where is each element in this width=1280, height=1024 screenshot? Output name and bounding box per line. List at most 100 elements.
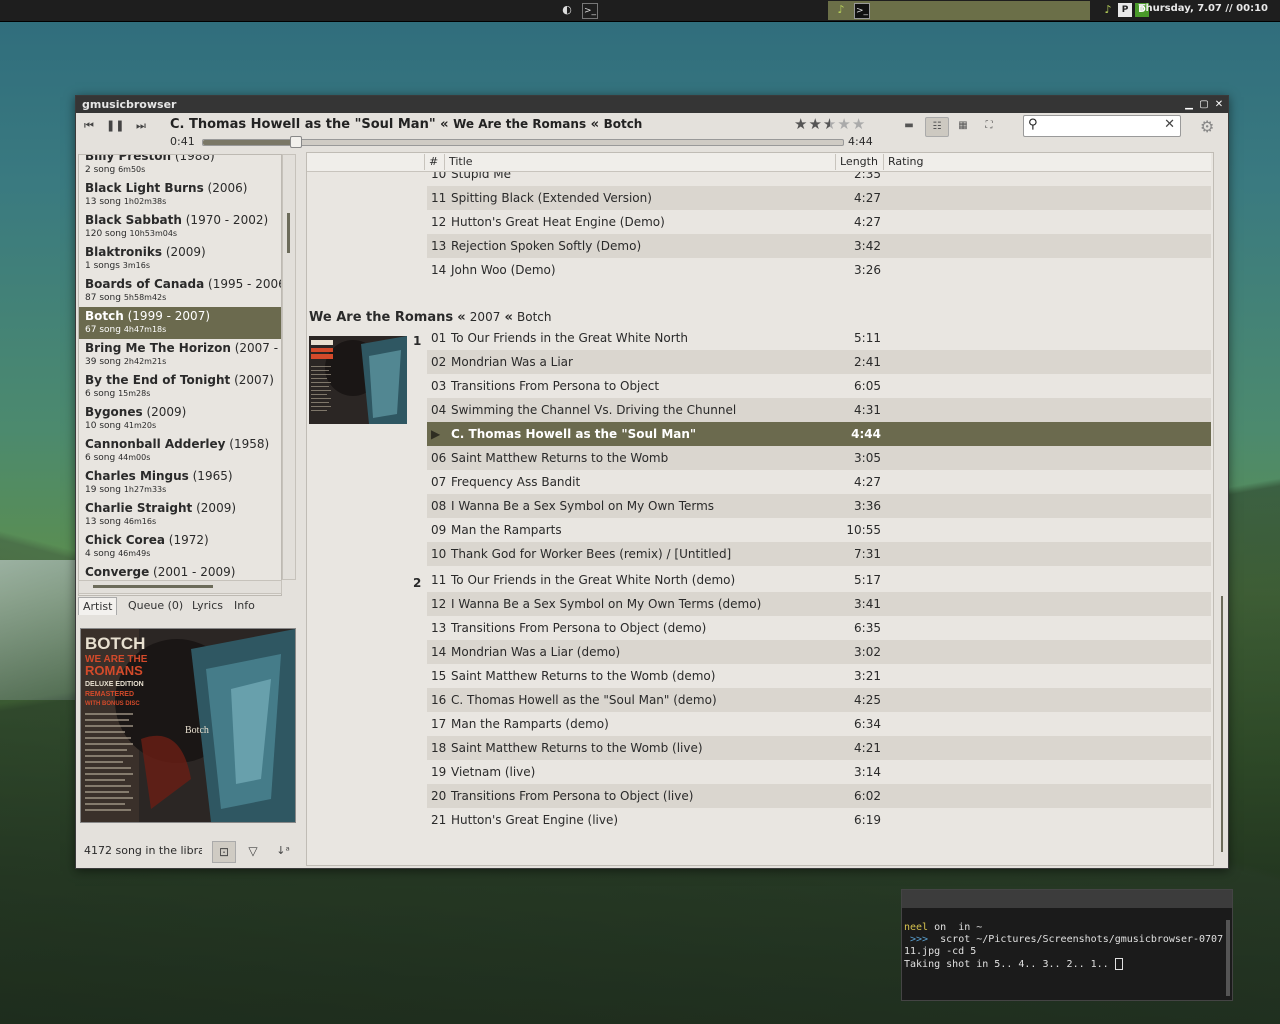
artist-list-item[interactable]: Chick Corea (1972) 4 song 46m49s	[79, 531, 281, 563]
sort-icon[interactable]: ↓ᵃ	[272, 841, 294, 861]
track-row[interactable]: 02 Mondrian Was a Liar 2:41	[427, 350, 1211, 374]
column-header-title[interactable]: Title	[449, 155, 473, 168]
track-row[interactable]: 13 Rejection Spoken Softly (Demo) 3:42	[427, 234, 1211, 258]
track-row[interactable]: 17 Man the Ramparts (demo) 6:34	[427, 712, 1211, 736]
artist-list-item[interactable]: Boards of Canada (1995 - 2006) 87 song 5h…	[79, 275, 281, 307]
view-grid-button[interactable]: ▦	[952, 117, 974, 135]
artist-list-item[interactable]: Botch (1999 - 2007) 67 song 4h47m18s	[79, 307, 281, 339]
track-row[interactable]: 19 Vietnam (live) 3:14	[427, 760, 1211, 784]
terminal-titlebar[interactable]	[902, 890, 1232, 908]
artist-list-item[interactable]: Cannonball Adderley (1958) 6 song 44m00s	[79, 435, 281, 467]
pause-button[interactable]: ❚❚	[106, 119, 124, 133]
track-row[interactable]: 16 C. Thomas Howell as the "Soul Man" (de…	[427, 688, 1211, 712]
track-row[interactable]: 12 Hutton's Great Heat Engine (Demo) 4:27	[427, 210, 1211, 234]
artist-name-text: Charlie Straight	[85, 501, 193, 515]
artist-list-item[interactable]: Black Sabbath (1970 - 2002) 120 song 10h5…	[79, 211, 281, 243]
track-row[interactable]: 21 Hutton's Great Engine (live) 6:19	[427, 808, 1211, 832]
view-list-button[interactable]: ☷	[925, 117, 949, 137]
rating-star-icon[interactable]: ★	[837, 115, 851, 133]
seek-bar-handle[interactable]	[290, 136, 303, 148]
terminal-scrollbar[interactable]	[1226, 920, 1230, 996]
track-row[interactable]: 08 I Wanna Be a Sex Symbol on My Own Term…	[427, 494, 1211, 518]
previous-track-button[interactable]: ⏮	[80, 119, 98, 133]
artist-list-item[interactable]: Charles Mingus (1965) 19 song 1h27m33s	[79, 467, 281, 499]
search-input[interactable]	[1044, 117, 1160, 135]
artist-list-vertical-scrollbar[interactable]	[282, 154, 296, 580]
filter-icon[interactable]: ▽	[242, 841, 264, 861]
rating-star-icon[interactable]: ★	[808, 115, 822, 133]
next-track-button[interactable]: ⏭	[132, 119, 150, 133]
track-row[interactable]: 18 Saint Matthew Returns to the Womb (liv…	[427, 736, 1211, 760]
library-lock-icon[interactable]: ⊡	[212, 841, 236, 863]
track-row[interactable]: 20 Transitions From Persona to Object (li…	[427, 784, 1211, 808]
tray-p-icon[interactable]: P	[1118, 3, 1132, 17]
rating-stars[interactable]: ★★★★★	[794, 115, 866, 133]
close-button[interactable]: ✕	[1212, 96, 1226, 113]
track-row[interactable]: 14 Mondrian Was a Liar (demo) 3:02	[427, 640, 1211, 664]
track-row[interactable]: 10 Thank God for Worker Bees (remix) / [U…	[427, 542, 1211, 566]
clock[interactable]: Thursday, 7.07 // 00:10	[1139, 3, 1268, 14]
track-row[interactable]: 10 Stupid Me 2:35	[427, 172, 1211, 186]
system-menu-icon[interactable]: ◐	[560, 3, 574, 17]
now-playing-title[interactable]: C. Thomas Howell as the "Soul Man"	[170, 117, 436, 132]
track-row[interactable]: 11 To Our Friends in the Great White Nort…	[427, 568, 1211, 592]
scrollbar-thumb[interactable]	[1221, 596, 1223, 852]
track-row[interactable]: 15 Saint Matthew Returns to the Womb (dem…	[427, 664, 1211, 688]
scrollbar-thumb[interactable]	[287, 213, 290, 253]
tray-music-icon[interactable]: ♪	[1101, 3, 1115, 17]
now-playing-artist[interactable]: Botch	[604, 117, 643, 131]
view-compact-button[interactable]: ▬	[898, 117, 920, 135]
seek-bar[interactable]	[202, 136, 844, 148]
tab-info[interactable]: Info	[230, 597, 259, 614]
tab-artist[interactable]: Artist	[78, 597, 118, 615]
track-row[interactable]: 13 Transitions From Persona to Object (de…	[427, 616, 1211, 640]
artist-list-item[interactable]: By the End of Tonight (2007) 6 song 15m28…	[79, 371, 281, 403]
album-header[interactable]: We Are the Romans « 2007 « Botch	[309, 310, 552, 325]
tab-queue[interactable]: Queue (0)	[124, 597, 187, 614]
album-separator: «	[504, 310, 513, 325]
rating-star-icon[interactable]: ★	[794, 115, 808, 133]
scrollbar-thumb[interactable]	[93, 585, 213, 588]
column-separator	[883, 154, 884, 170]
track-row[interactable]: 12 I Wanna Be a Sex Symbol on My Own Term…	[427, 592, 1211, 616]
artist-list-item[interactable]: Black Light Burns (2006) 13 song 1h02m38s	[79, 179, 281, 211]
track-row-playing[interactable]: ▶ C. Thomas Howell as the "Soul Man" 4:44	[427, 422, 1211, 446]
clear-search-icon[interactable]: ✕	[1164, 117, 1175, 132]
track-row[interactable]: 03 Transitions From Persona to Object 6:05	[427, 374, 1211, 398]
artist-list-item[interactable]: Bring Me The Horizon (2007 - 2010 39 song…	[79, 339, 281, 371]
song-list-scrollbar[interactable]	[1216, 152, 1228, 864]
artist-list-item[interactable]: Bygones (2009) 10 song 41m20s	[79, 403, 281, 435]
terminal-task-icon[interactable]: >_	[854, 3, 870, 19]
track-row[interactable]: 09 Man the Ramparts 10:55	[427, 518, 1211, 542]
tab-lyrics[interactable]: Lyrics	[188, 597, 227, 614]
rating-star-icon[interactable]: ★	[852, 115, 866, 133]
album-thumbnail[interactable]	[309, 336, 407, 424]
track-row[interactable]: 04 Swimming the Channel Vs. Driving the C…	[427, 398, 1211, 422]
now-playing-album[interactable]: We Are the Romans	[453, 117, 586, 131]
minimize-button[interactable]: ▁	[1182, 96, 1196, 113]
track-row[interactable]: 14 John Woo (Demo) 3:26	[427, 258, 1211, 282]
track-row[interactable]: 06 Saint Matthew Returns to the Womb 3:05	[427, 446, 1211, 470]
window-titlebar[interactable]: gmusicbrowser ▁ ▢ ✕	[76, 96, 1228, 113]
artist-list-item[interactable]: Charlie Straight (2009) 13 song 46m16s	[79, 499, 281, 531]
column-header-length[interactable]: Length	[840, 155, 878, 168]
track-row[interactable]: 11 Spitting Black (Extended Version) 4:27	[427, 186, 1211, 210]
album-cover-large[interactable]: BOTCH WE ARE THE ROMANS DELUXE EDITION R…	[80, 628, 296, 823]
column-header-number[interactable]: #	[429, 155, 438, 168]
artist-list-item[interactable]: Blaktroniks (2009) 1 songs 3m16s	[79, 243, 281, 275]
view-fullscreen-button[interactable]: ⛶	[978, 117, 1000, 135]
column-header-rating[interactable]: Rating	[888, 155, 923, 168]
rating-star-icon[interactable]: ★	[823, 115, 837, 133]
track-row[interactable]: 07 Frequency Ass Bandit 4:27	[427, 470, 1211, 494]
artist-list-item[interactable]: Billy Preston (1988) 2 song 6m50s	[79, 155, 281, 179]
artist-list-horizontal-scrollbar[interactable]	[78, 580, 282, 594]
maximize-button[interactable]: ▢	[1197, 96, 1211, 113]
terminal-output[interactable]: neel on in ~ >>> scrot ~/Pictures/Screen…	[904, 922, 1223, 971]
terminal-launcher-icon[interactable]: >_	[582, 3, 598, 19]
terminal-window[interactable]: neel on in ~ >>> scrot ~/Pictures/Screen…	[901, 889, 1233, 1001]
settings-gear-icon[interactable]: ⚙	[1200, 117, 1214, 136]
music-note-icon[interactable]: ♪	[834, 3, 848, 17]
search-box[interactable]: ⚲ ✕	[1023, 115, 1181, 137]
artist-list[interactable]: Billy Preston (1988) 2 song 6m50s Black Li…	[78, 154, 282, 596]
track-row[interactable]: 01 To Our Friends in the Great White Nort…	[427, 326, 1211, 350]
